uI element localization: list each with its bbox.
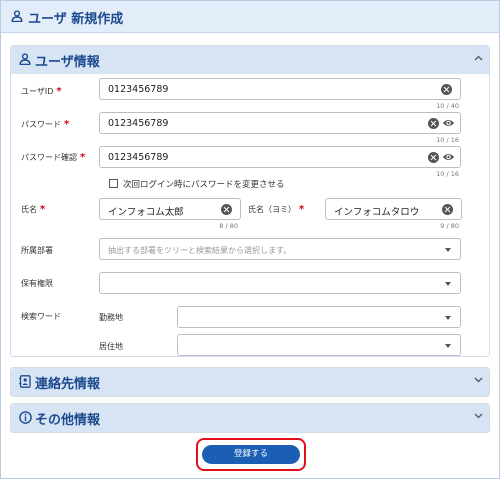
clear-icon[interactable]	[442, 204, 453, 215]
password-value: 0123456789	[108, 118, 169, 129]
clear-icon[interactable]	[221, 204, 232, 215]
change-password-label: 次回ログイン時にパスワードを変更させる	[123, 180, 285, 190]
work-location-select[interactable]	[177, 306, 461, 328]
required-mark: *	[80, 152, 86, 163]
required-mark: *	[56, 86, 62, 97]
clear-icon[interactable]	[428, 118, 439, 129]
info-icon	[19, 411, 32, 424]
required-mark: *	[64, 119, 70, 130]
user-id-label: ユーザID *	[21, 86, 62, 97]
contact-info-header[interactable]: 連絡先情報	[11, 368, 489, 396]
required-mark: *	[40, 204, 46, 215]
eye-icon[interactable]	[442, 117, 455, 129]
name-input[interactable]: インフォコム太郎	[99, 198, 241, 220]
password-count: 10 / 16	[436, 136, 459, 144]
other-info-card: その他情報	[10, 403, 490, 433]
caret-down-icon	[445, 282, 451, 286]
work-location-label: 勤務地	[99, 313, 123, 322]
caret-down-icon	[445, 316, 451, 320]
name-kana-count: 9 / 80	[440, 222, 459, 230]
other-info-header[interactable]: その他情報	[11, 404, 489, 432]
user-info-title: ユーザ情報	[35, 55, 100, 70]
search-word-label: 検索ワード	[21, 312, 61, 321]
name-label: 氏名 *	[21, 204, 46, 215]
user-info-header[interactable]: ユーザ情報	[11, 46, 489, 74]
clear-icon[interactable]	[428, 152, 439, 163]
user-id-input[interactable]: 0123456789	[99, 78, 461, 100]
eye-icon[interactable]	[442, 151, 455, 163]
chevron-down-icon[interactable]	[474, 377, 483, 383]
user-id-count: 10 / 40	[436, 102, 459, 110]
name-kana-value: インフォコムタロウ	[334, 207, 420, 218]
page-title: ユーザ 新規作成	[28, 12, 124, 27]
clear-icon[interactable]	[441, 84, 452, 95]
residence-select[interactable]	[177, 334, 461, 356]
other-info-title: その他情報	[35, 413, 101, 428]
password-confirm-value: 0123456789	[108, 152, 169, 163]
chevron-up-icon[interactable]	[474, 55, 483, 61]
password-confirm-count: 10 / 16	[436, 170, 459, 178]
register-button-highlight: 登録する	[196, 438, 306, 471]
department-select[interactable]: 抽出する部署をツリーと検索結果から選択します。	[99, 238, 461, 260]
user-icon	[19, 53, 31, 65]
page-header: ユーザ 新規作成	[1, 1, 499, 33]
department-label: 所属部署	[21, 246, 53, 255]
required-mark: *	[299, 204, 305, 215]
permission-select[interactable]	[99, 272, 461, 294]
name-kana-label: 氏名（ヨミ） *	[248, 204, 305, 215]
caret-down-icon	[445, 248, 451, 252]
password-confirm-input[interactable]: 0123456789	[99, 146, 461, 168]
address-book-icon	[19, 375, 31, 388]
name-kana-input[interactable]: インフォコムタロウ	[325, 198, 462, 220]
user-info-card: ユーザ情報 ユーザID * 0123456789 10 / 40 パスワード * 0…	[10, 45, 490, 357]
department-placeholder: 抽出する部署をツリーと検索結果から選択します。	[108, 246, 292, 255]
permission-label: 保有権限	[21, 279, 53, 288]
contact-info-title: 連絡先情報	[35, 377, 101, 392]
password-input[interactable]: 0123456789	[99, 112, 461, 134]
name-count: 8 / 80	[219, 222, 238, 230]
user-id-value: 0123456789	[108, 84, 169, 95]
password-confirm-label: パスワード確認 *	[21, 152, 86, 163]
name-value: インフォコム太郎	[108, 207, 184, 218]
user-icon	[11, 10, 23, 22]
contact-info-card: 連絡先情報	[10, 367, 490, 397]
caret-down-icon	[445, 344, 451, 348]
password-label: パスワード *	[21, 119, 70, 130]
change-password-checkbox[interactable]	[109, 179, 118, 188]
register-button[interactable]: 登録する	[202, 445, 300, 464]
residence-label: 居住地	[99, 342, 123, 351]
chevron-down-icon[interactable]	[474, 413, 483, 419]
